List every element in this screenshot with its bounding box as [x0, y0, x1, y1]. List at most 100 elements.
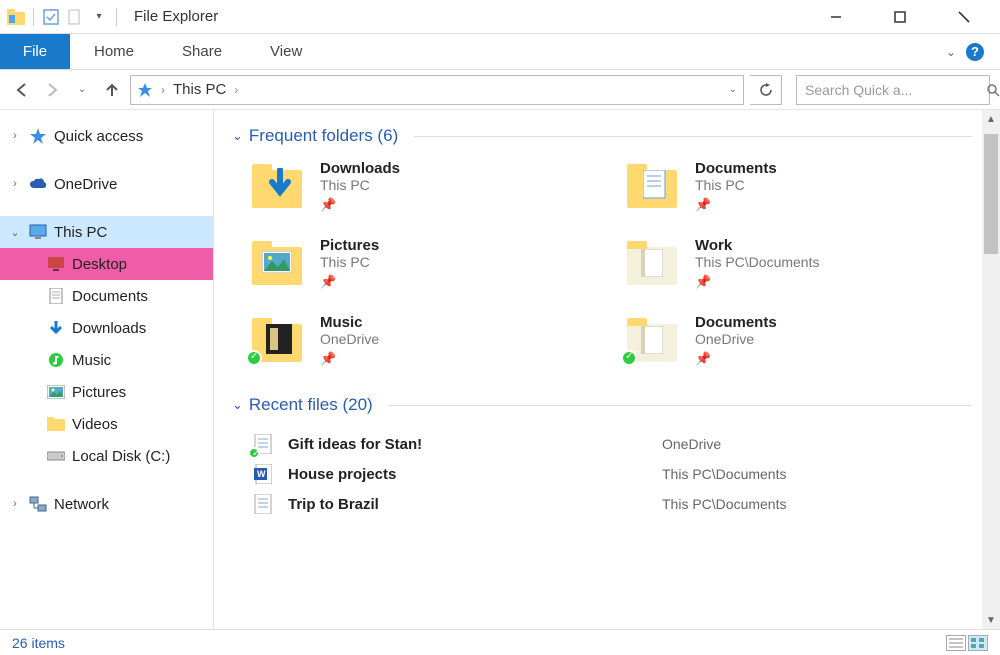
qat-newfolder-icon[interactable]: [65, 7, 85, 27]
nav-label: This PC: [54, 224, 107, 241]
spacer: [0, 472, 213, 488]
chevron-down-icon[interactable]: ⌄: [232, 397, 243, 413]
scrollbar[interactable]: ▲ ▼: [982, 110, 1000, 629]
maximize-button[interactable]: [880, 2, 920, 32]
section-label: Frequent folders: [249, 126, 373, 145]
ribbon-file-tab[interactable]: File: [0, 34, 70, 69]
view-large-icon[interactable]: [968, 635, 988, 651]
sync-check-icon: [248, 447, 260, 459]
qat-properties-icon[interactable]: [41, 7, 61, 27]
up-button[interactable]: [100, 78, 124, 102]
pin-icon: 📌: [320, 197, 336, 213]
chevron-down-icon[interactable]: ⌄: [232, 128, 243, 144]
breadcrumb-sep-icon[interactable]: ›: [161, 83, 165, 97]
folder-subtitle: This PC: [695, 177, 777, 193]
cloud-icon: [28, 174, 48, 194]
chevron-right-icon[interactable]: ›: [8, 498, 22, 510]
folder-downloads[interactable]: Downloads This PC 📌: [252, 160, 597, 213]
nav-videos[interactable]: Videos: [0, 408, 213, 440]
section-frequent-header[interactable]: ⌄ Frequent folders (6): [232, 126, 972, 146]
nav-label: Quick access: [54, 128, 143, 145]
ribbon-tab-share[interactable]: Share: [158, 34, 246, 69]
nav-downloads[interactable]: Downloads: [0, 312, 213, 344]
scroll-thumb[interactable]: [984, 134, 998, 254]
chevron-right-icon[interactable]: ›: [8, 130, 22, 142]
nav-onedrive[interactable]: › OneDrive: [0, 168, 213, 200]
breadcrumb-sep-icon[interactable]: ›: [234, 83, 238, 97]
file-row[interactable]: Trip to Brazil This PC\Documents: [252, 489, 972, 519]
divider: [389, 405, 972, 406]
nav-pictures[interactable]: Pictures: [0, 376, 213, 408]
search-input[interactable]: [805, 82, 986, 98]
chevron-right-icon[interactable]: ›: [8, 178, 22, 190]
section-label: Recent files: [249, 395, 338, 414]
music-icon: [46, 350, 66, 370]
address-bar[interactable]: › This PC › ⌄: [130, 75, 744, 105]
nav-music[interactable]: Music: [0, 344, 213, 376]
textfile-icon: [252, 433, 274, 455]
ribbon-right: ⌄ ?: [946, 34, 1000, 69]
divider: [414, 136, 972, 137]
ribbon-tab-view[interactable]: View: [246, 34, 326, 69]
search-box[interactable]: [796, 75, 990, 105]
qat-dropdown-icon[interactable]: ▾: [89, 7, 109, 27]
section-count: 6: [383, 126, 392, 145]
nav-local-disk[interactable]: Local Disk (C:): [0, 440, 213, 472]
ribbon-collapse-icon[interactable]: ⌄: [946, 45, 956, 59]
section-recent-header[interactable]: ⌄ Recent files (20): [232, 395, 972, 415]
folder-title: Work: [695, 237, 819, 254]
titlebar-left: ▾ File Explorer: [6, 7, 218, 27]
minimize-button[interactable]: [816, 2, 856, 32]
file-location: This PC\Documents: [662, 466, 786, 482]
recent-locations-dropdown[interactable]: ⌄: [70, 78, 94, 102]
pin-icon: 📌: [320, 351, 336, 367]
nav-desktop[interactable]: Desktop: [0, 248, 213, 280]
back-button[interactable]: [10, 78, 34, 102]
forward-button[interactable]: [40, 78, 64, 102]
scroll-up-icon[interactable]: ▲: [982, 110, 1000, 128]
file-row[interactable]: W House projects This PC\Documents: [252, 459, 972, 489]
folder-work[interactable]: Work This PC\Documents 📌: [627, 237, 972, 290]
file-row[interactable]: Gift ideas for Stan! OneDrive: [252, 429, 972, 459]
monitor-icon: [28, 222, 48, 242]
folder-music[interactable]: Music OneDrive 📌: [252, 314, 597, 367]
nav-label: Local Disk (C:): [72, 448, 170, 465]
folder-icon: [252, 237, 306, 285]
pin-icon: 📌: [695, 274, 711, 290]
help-icon[interactable]: ?: [966, 43, 984, 61]
folder-icon: [252, 314, 306, 362]
nav-this-pc[interactable]: ⌄ This PC: [0, 216, 213, 248]
chevron-down-icon[interactable]: ⌄: [8, 226, 22, 239]
ribbon-tab-home[interactable]: Home: [70, 34, 158, 69]
sync-check-icon: [621, 350, 637, 366]
folder-pictures[interactable]: Pictures This PC 📌: [252, 237, 597, 290]
folder-documents-onedrive[interactable]: Documents OneDrive 📌: [627, 314, 972, 367]
frequent-folders-grid: Downloads This PC 📌 Documents This PC 📌: [232, 160, 972, 367]
view-details-icon[interactable]: [946, 635, 966, 651]
body: › Quick access › OneDrive ⌄ This PC Desk…: [0, 110, 1000, 629]
folder-title: Documents: [695, 160, 777, 177]
nav-documents[interactable]: Documents: [0, 280, 213, 312]
nav-network[interactable]: › Network: [0, 488, 213, 520]
file-name: Gift ideas for Stan!: [288, 436, 648, 453]
search-icon[interactable]: [986, 83, 1000, 97]
address-dropdown-icon[interactable]: ⌄: [729, 84, 737, 95]
nav-label: Music: [72, 352, 111, 369]
folder-title: Pictures: [320, 237, 379, 254]
content-inner: ⌄ Frequent folders (6) Downloads This PC…: [214, 110, 1000, 629]
nav-label: Network: [54, 496, 109, 513]
scroll-down-icon[interactable]: ▼: [982, 611, 1000, 629]
close-button[interactable]: [944, 2, 984, 32]
content-area: ▲ ▼ ⌄ Frequent folders (6) Downlo: [214, 110, 1000, 629]
folder-title: Documents: [695, 314, 777, 331]
window-controls: [816, 2, 994, 32]
nav-quick-access[interactable]: › Quick access: [0, 120, 213, 152]
folder-title: Music: [320, 314, 379, 331]
quickaccess-star-icon: [137, 82, 153, 98]
ribbon: File Home Share View ⌄ ?: [0, 34, 1000, 70]
refresh-button[interactable]: [750, 75, 782, 105]
desktop-icon: [46, 254, 66, 274]
textfile-icon: [252, 493, 274, 515]
breadcrumb-thispc[interactable]: This PC: [173, 81, 226, 98]
folder-documents[interactable]: Documents This PC 📌: [627, 160, 972, 213]
